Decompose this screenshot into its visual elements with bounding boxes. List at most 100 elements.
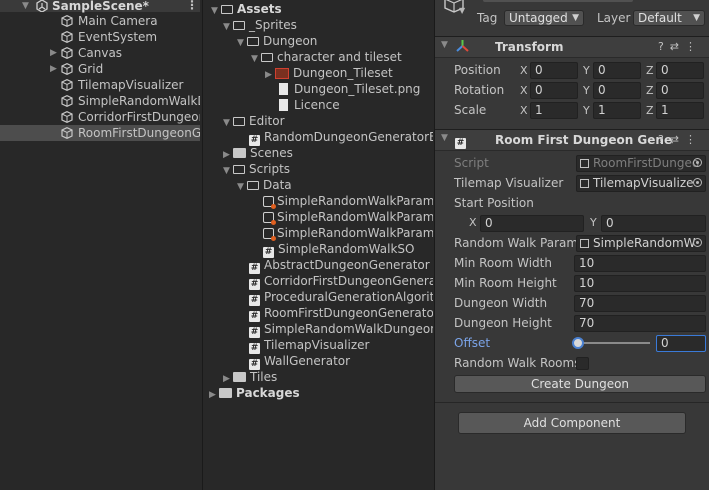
chevron-down-icon[interactable]: ▼: [441, 133, 451, 143]
chevron-down-icon[interactable]: ▼: [237, 35, 247, 51]
chevron-right-icon[interactable]: ▶: [265, 67, 275, 83]
object-picker-icon[interactable]: [693, 178, 702, 187]
layer-dropdown[interactable]: Default ▼: [633, 10, 705, 26]
script-asset[interactable]: # TilemapVisualizer: [249, 337, 369, 354]
chevron-down-icon[interactable]: ▼: [251, 51, 261, 67]
scene-row[interactable]: ▼ SampleScene* ⋮: [0, 0, 200, 13]
hierarchy-item[interactable]: ▶ Canvas: [0, 45, 200, 61]
offset-field[interactable]: 0: [656, 335, 706, 352]
position-z-field[interactable]: 0: [656, 62, 704, 79]
hierarchy-item[interactable]: EventSystem: [0, 29, 200, 45]
chevron-down-icon[interactable]: ▼: [211, 3, 221, 19]
hierarchy-item[interactable]: TilemapVisualizer: [0, 77, 200, 93]
scale-x-axis-label[interactable]: X: [520, 104, 528, 117]
start-y-field[interactable]: 0: [601, 215, 706, 232]
position-z-axis-label[interactable]: Z: [646, 64, 654, 77]
script-asset[interactable]: # CorridorFirstDungeonGenerato: [249, 273, 433, 290]
scene-menu-icon[interactable]: ⋮: [186, 0, 198, 11]
icon-dropdown-arrow[interactable]: ▼: [459, 6, 465, 15]
position-y-axis-label[interactable]: Y: [583, 64, 590, 77]
hierarchy-item[interactable]: SimpleRandomWalkD: [0, 93, 200, 109]
chevron-down-icon[interactable]: ▼: [223, 163, 233, 179]
asset-licence[interactable]: Licence: [279, 97, 340, 113]
folder-tiles[interactable]: ▶ Tiles: [223, 369, 277, 385]
position-y-field[interactable]: 0: [593, 62, 641, 79]
name-field[interactable]: [483, 0, 633, 2]
rotation-x-field[interactable]: 0: [530, 82, 578, 99]
rotation-x-axis-label[interactable]: X: [520, 84, 528, 97]
object-picker-icon[interactable]: [693, 238, 702, 247]
rotation-z-field[interactable]: 0: [656, 82, 704, 99]
scale-z-field[interactable]: 1: [656, 102, 704, 119]
scale-x-field[interactable]: 1: [530, 102, 578, 119]
add-component-button[interactable]: Add Component: [458, 412, 686, 434]
folder-dungeon[interactable]: ▼ Dungeon: [237, 33, 317, 49]
script-rdg-editor[interactable]: # RandomDungeonGeneratorEd: [249, 129, 433, 146]
asset-srw-params[interactable]: SimpleRandomWalkParame: [263, 209, 433, 225]
hierarchy-item[interactable]: RoomFirstDungeonGe: [0, 125, 200, 141]
room-first-dungeon-generator-header[interactable]: ▼ # Room First Dungeon Gene ?⇄⋮: [435, 129, 709, 151]
tilemap-visualizer-field[interactable]: TilemapVisualize: [576, 175, 706, 192]
dungeon-height-field[interactable]: 70: [574, 315, 706, 332]
help-icon[interactable]: ?: [658, 133, 670, 146]
offset-slider-track[interactable]: [578, 342, 650, 344]
random-walk-params-field[interactable]: SimpleRandomW: [576, 235, 706, 252]
chevron-down-icon[interactable]: ▼: [223, 19, 233, 35]
chevron-down-icon[interactable]: ▼: [237, 179, 247, 195]
position-x-field[interactable]: 0: [530, 62, 578, 79]
hierarchy-item[interactable]: Main Camera: [0, 13, 200, 29]
hierarchy-item[interactable]: CorridorFirstDungeon: [0, 109, 200, 125]
scene-fold-arrow[interactable]: ▼: [22, 0, 32, 12]
component-header-buttons[interactable]: ?⇄⋮: [658, 40, 702, 53]
chevron-right-icon[interactable]: ▶: [50, 45, 60, 61]
start-x-field[interactable]: 0: [480, 215, 584, 232]
folder-open-icon: [221, 5, 233, 14]
position-x-axis-label[interactable]: X: [520, 64, 528, 77]
folder-packages[interactable]: ▶ Packages: [209, 385, 300, 401]
folder-sprites[interactable]: ▼ _Sprites: [223, 17, 297, 33]
preset-icon[interactable]: ⇄: [670, 40, 685, 53]
asset-srw-params[interactable]: SimpleRandomWalkParame: [263, 193, 433, 209]
random-walk-rooms-checkbox[interactable]: [576, 357, 589, 370]
folder-data[interactable]: ▼ Data: [237, 177, 292, 193]
asset-dungeon-tileset[interactable]: ▶ Dungeon_Tileset: [265, 65, 393, 81]
script-asset[interactable]: # AbstractDungeonGenerator: [249, 257, 430, 274]
scale-y-axis-label[interactable]: Y: [583, 104, 590, 117]
rotation-z-axis-label[interactable]: Z: [646, 84, 654, 97]
chevron-down-icon[interactable]: ▼: [441, 40, 451, 50]
scale-z-axis-label[interactable]: Z: [646, 104, 654, 117]
dungeon-width-field[interactable]: 70: [574, 295, 706, 312]
hierarchy-item-label: EventSystem: [78, 30, 158, 44]
hierarchy-item[interactable]: ▶ Grid: [0, 61, 200, 77]
tag-dropdown[interactable]: Untagged ▼: [504, 10, 584, 26]
script-srw-so[interactable]: # SimpleRandomWalkSO: [263, 241, 414, 258]
help-icon[interactable]: ?: [658, 40, 670, 53]
transform-header[interactable]: ▼ Transform ?⇄⋮: [435, 36, 709, 58]
min-room-height-field[interactable]: 10: [574, 275, 706, 292]
chevron-right-icon[interactable]: ▶: [209, 387, 219, 403]
folder-scenes[interactable]: ▶ Scenes: [223, 145, 293, 161]
rotation-y-axis-label[interactable]: Y: [583, 84, 590, 97]
script-asset[interactable]: # SimpleRandomWalkDungeonG: [249, 321, 433, 338]
preset-icon[interactable]: ⇄: [670, 133, 685, 146]
chevron-down-icon[interactable]: ▼: [223, 115, 233, 131]
folder-editor[interactable]: ▼ Editor: [223, 113, 285, 129]
component-header-buttons[interactable]: ?⇄⋮: [658, 133, 702, 146]
rotation-y-field[interactable]: 0: [593, 82, 641, 99]
chevron-right-icon[interactable]: ▶: [50, 61, 60, 77]
offset-slider-thumb[interactable]: [572, 337, 584, 349]
context-menu-icon[interactable]: ⋮: [685, 133, 702, 146]
script-asset[interactable]: # ProceduralGenerationAlgorith: [249, 289, 433, 306]
min-room-width-field[interactable]: 10: [574, 255, 706, 272]
folder-character-tileset[interactable]: ▼ character and tileset: [251, 49, 402, 65]
scale-y-field[interactable]: 1: [593, 102, 641, 119]
folder-scripts[interactable]: ▼ Scripts: [223, 161, 290, 177]
script-asset[interactable]: # WallGenerator: [249, 353, 350, 370]
create-dungeon-button[interactable]: Create Dungeon: [454, 375, 706, 393]
component-enable-checkbox[interactable]: #: [455, 133, 470, 149]
script-asset[interactable]: # RoomFirstDungeonGenerator: [249, 305, 433, 322]
context-menu-icon[interactable]: ⋮: [685, 40, 702, 53]
asset-dungeon-tileset-png[interactable]: Dungeon_Tileset.png: [279, 81, 420, 97]
asset-srw-params[interactable]: SimpleRandomWalkParame: [263, 225, 433, 241]
folder-assets[interactable]: ▼ Assets: [211, 1, 282, 17]
